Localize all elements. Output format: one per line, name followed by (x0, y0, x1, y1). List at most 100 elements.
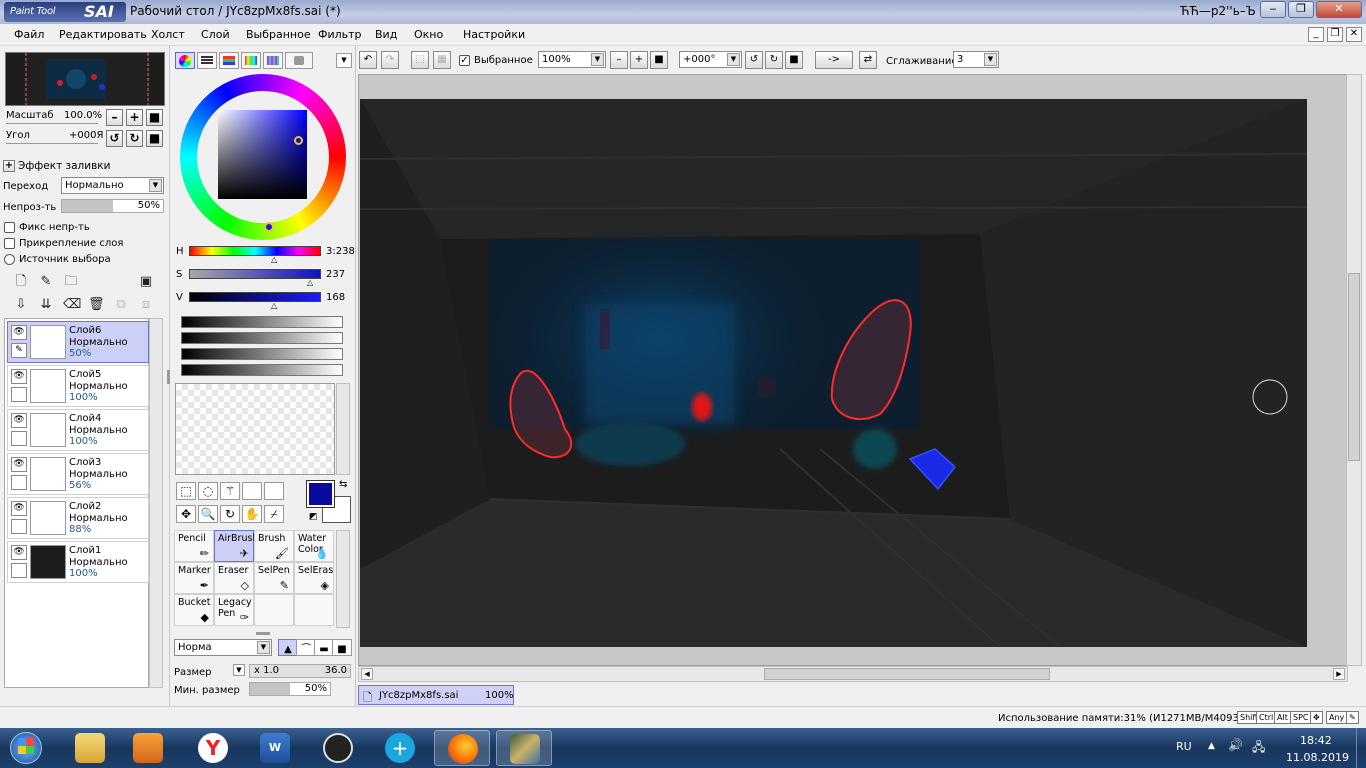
visibility-toggle[interactable]: 👁 (11, 325, 27, 340)
zoom-in-button[interactable]: + (126, 109, 143, 126)
menu-settings[interactable]: Настройки (463, 28, 525, 41)
smoothing-select[interactable]: 3 ▼ (953, 51, 999, 68)
menu-edit[interactable]: Редактировать (59, 28, 147, 41)
tool-airbrush[interactable]: AirBrush ✈ (214, 530, 258, 562)
gradient-bar-2[interactable] (181, 332, 343, 344)
taskbar-obs[interactable] (310, 730, 366, 766)
rotate-tool[interactable]: ↻ (220, 505, 240, 523)
new-layer-icon[interactable]: 🗋 (13, 274, 29, 290)
canvas-vertical-scrollbar[interactable] (1346, 74, 1362, 666)
hue-slider[interactable] (189, 246, 321, 256)
toolbar-rotate-left-button[interactable]: ↺ (745, 51, 763, 69)
layer-lock-toggle[interactable] (11, 519, 27, 534)
merge-down-icon[interactable]: ⇊ (38, 297, 54, 313)
layer-mask-icon[interactable]: ▣ (138, 274, 154, 290)
visibility-toggle[interactable]: 👁 (11, 457, 27, 472)
hue-picker-handle[interactable] (264, 222, 274, 232)
brush-mode-select[interactable]: Норма ▼ (174, 639, 272, 656)
tab-hsv-sliders[interactable] (219, 52, 239, 69)
select-rect-tool[interactable]: ⬚ (176, 482, 196, 500)
brush-shape-square[interactable]: ■ (332, 639, 352, 656)
taskbar-firefox[interactable] (434, 730, 490, 766)
saturation-slider-marker[interactable]: △ (307, 278, 313, 287)
menu-view[interactable]: Вид (375, 28, 397, 41)
flip-horizontal-button[interactable]: ⇄ (859, 51, 877, 69)
zoom-tool[interactable]: 🔍 (198, 505, 218, 523)
brush-shape-soft[interactable]: ▲ (278, 639, 298, 656)
scratchpad-scrollbar[interactable] (336, 383, 350, 475)
tool-brush[interactable]: Brush 🖌 (254, 530, 294, 562)
menu-layer[interactable]: Слой (201, 28, 230, 41)
zoom-select[interactable]: 100% ▼ (538, 51, 606, 68)
value-slider[interactable] (189, 292, 321, 302)
vertical-scroll-thumb[interactable] (1348, 273, 1360, 461)
clock-date[interactable]: 11.08.2019 (1286, 751, 1349, 764)
visibility-toggle[interactable]: 👁 (11, 413, 27, 428)
tool-legacy-pen[interactable]: Legacy Pen ✑ (214, 594, 254, 626)
tab-color-mixer[interactable] (241, 52, 261, 69)
panel-splitter[interactable] (256, 632, 270, 635)
new-folder-icon[interactable]: 🗀 (63, 274, 79, 290)
scroll-left-button[interactable]: ◀ (361, 668, 373, 680)
layer-lock-toggle[interactable] (11, 563, 27, 578)
value-slider-marker[interactable]: △ (271, 301, 277, 310)
invert-selection-button[interactable]: ▦ (433, 51, 451, 69)
show-desktop-button[interactable] (1356, 728, 1366, 768)
mdi-close-button[interactable]: ✕ (1346, 27, 1362, 42)
tool-seleras[interactable]: SelEras ◈ (294, 562, 334, 594)
language-indicator[interactable]: RU (1176, 740, 1192, 753)
tab-rgb-sliders[interactable] (197, 52, 217, 69)
tool-eraser[interactable]: Eraser ◇ (214, 562, 254, 594)
tool-bucket[interactable]: Bucket ◆ (174, 594, 214, 626)
scratchpad-area[interactable] (175, 383, 335, 475)
rotate-reset-button[interactable]: ■ (146, 130, 163, 147)
tool-pencil[interactable]: Pencil ✏ (174, 530, 214, 562)
visibility-toggle[interactable]: 👁 (11, 545, 27, 560)
layer-lock-toggle[interactable] (11, 475, 27, 490)
tab-swatches[interactable] (263, 52, 283, 69)
menu-canvas[interactable]: Холст (151, 28, 185, 41)
menu-window[interactable]: Окно (414, 28, 443, 41)
toolbar-zoom-reset-button[interactable]: ■ (650, 51, 668, 69)
rotate-left-button[interactable]: ↺ (106, 130, 123, 147)
layer-lock-toggle[interactable] (11, 431, 27, 446)
new-linework-layer-icon[interactable]: ✎ (38, 274, 54, 290)
tool-marker[interactable]: Marker ✒ (174, 562, 214, 594)
panel-splitter[interactable] (167, 370, 170, 384)
tab-color-wheel[interactable] (175, 52, 195, 69)
primary-color-swatch[interactable] (306, 480, 335, 508)
hue-slider-marker[interactable]: △ (271, 255, 277, 264)
network-icon[interactable]: 🖧 (1252, 738, 1265, 759)
flip-direction-button[interactable]: -> (815, 51, 853, 69)
clear-layer-icon[interactable]: ⌫ (63, 297, 81, 313)
visibility-toggle[interactable]: 👁 (11, 369, 27, 384)
visibility-toggle[interactable]: 👁 (11, 501, 27, 516)
show-selection-checkbox[interactable]: ✓ (459, 55, 470, 66)
magic-wand-tool[interactable]: ⚚ (220, 482, 240, 500)
lock-opacity-checkbox[interactable] (4, 222, 15, 233)
taskbar-app-plus[interactable]: + (372, 730, 428, 766)
taskbar-media-player[interactable] (120, 730, 176, 766)
document-tab[interactable]: 🗋 JYc8zpMx8fs.sai 100% (358, 685, 514, 705)
maximize-button[interactable]: ❐ (1288, 1, 1314, 18)
reset-colors-icon[interactable]: ◩ (309, 512, 318, 522)
navigator-preview[interactable] (5, 52, 165, 106)
toolbar-rotate-right-button[interactable]: ↻ (765, 51, 783, 69)
transfer-down-icon[interactable]: ⇩ (13, 297, 29, 313)
lasso-tool[interactable]: ◌ (198, 482, 218, 500)
mdi-restore-button[interactable]: ❐ (1327, 27, 1343, 42)
layer-row[interactable]: 👁 ✎ Слой6 Нормально 50% (7, 321, 149, 363)
taskbar-paint-tool-sai[interactable] (496, 730, 552, 766)
redo-button[interactable]: ↷ (381, 51, 399, 69)
taskbar-yandex-browser[interactable]: Y (185, 730, 241, 766)
layer-row[interactable]: 👁 Слой4 Нормально 100% (7, 409, 149, 451)
scroll-right-button[interactable]: ▶ (1333, 668, 1345, 680)
eyedropper-tool[interactable]: ⌿ (264, 505, 284, 523)
fill-effect-expand[interactable]: + (3, 160, 15, 172)
drawing-canvas[interactable] (360, 99, 1307, 647)
brush-shape-medium[interactable]: ⏜ (296, 639, 316, 656)
trash-icon[interactable]: 🗑 (88, 297, 105, 313)
layer-row[interactable]: 👁 Слой2 Нормально 88% (7, 497, 149, 539)
undo-button[interactable]: ↶ (359, 51, 377, 69)
taskbar-word[interactable]: W (247, 730, 303, 766)
